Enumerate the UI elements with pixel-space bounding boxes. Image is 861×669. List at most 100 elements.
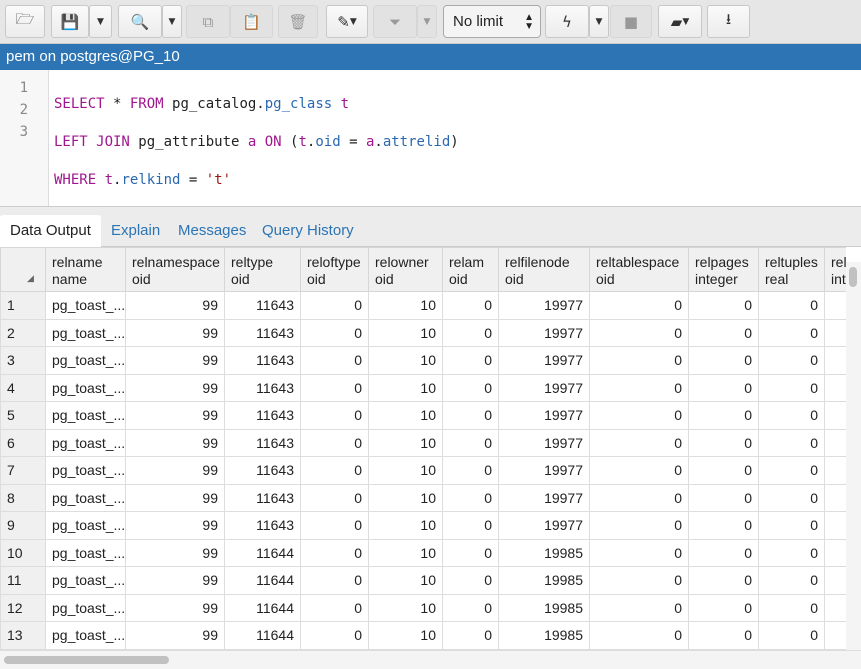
table-row[interactable]: 5 pg_toast_... 99 11643 0 10 0 19977 0 0 0 — [0, 401, 846, 430]
table-cell[interactable]: 0 — [688, 428, 759, 457]
table-cell[interactable]: 0 — [300, 621, 369, 650]
table-cell[interactable]: 99 — [125, 621, 225, 650]
table-cell[interactable] — [824, 511, 846, 540]
table-cell[interactable]: 10 — [368, 373, 443, 402]
tab-messages[interactable]: Messages — [168, 215, 256, 247]
table-cell[interactable] — [824, 428, 846, 457]
column-header-relnamespace[interactable]: relnamespace oid — [125, 247, 225, 292]
table-cell[interactable]: 99 — [125, 593, 225, 622]
table-cell[interactable]: 0 — [758, 401, 825, 430]
row-number[interactable]: 3 — [0, 346, 46, 375]
filter-dropdown-button[interactable]: ▼ — [417, 5, 437, 38]
table-cell[interactable]: 11644 — [224, 566, 301, 595]
tab-data-output[interactable]: Data Output — [0, 215, 101, 247]
scroll-thumb[interactable] — [4, 656, 169, 664]
table-cell[interactable]: 0 — [688, 373, 759, 402]
tab-query-history[interactable]: Query History — [252, 215, 364, 247]
table-cell[interactable]: 99 — [125, 483, 225, 512]
table-row[interactable]: 13 pg_toast_... 99 11644 0 10 0 19985 0 0 0 — [0, 621, 846, 650]
table-cell[interactable]: 0 — [758, 593, 825, 622]
table-cell[interactable]: 0 — [300, 318, 369, 347]
tab-explain[interactable]: Explain — [101, 215, 170, 247]
column-header-relname[interactable]: relname name — [45, 247, 126, 292]
table-cell[interactable]: 0 — [688, 346, 759, 375]
table-cell[interactable]: 0 — [300, 483, 369, 512]
table-cell[interactable]: 0 — [758, 566, 825, 595]
table-cell[interactable]: 0 — [442, 401, 499, 430]
table-cell[interactable]: 0 — [589, 373, 689, 402]
table-cell[interactable]: 10 — [368, 428, 443, 457]
table-cell[interactable]: 0 — [758, 511, 825, 540]
table-cell[interactable]: 10 — [368, 401, 443, 430]
table-cell[interactable]: 10 — [368, 456, 443, 485]
table-cell[interactable]: 19985 — [498, 538, 590, 567]
table-cell[interactable]: 0 — [442, 621, 499, 650]
execute-button[interactable]: ϟ — [545, 5, 589, 38]
table-cell[interactable]: 0 — [758, 318, 825, 347]
table-cell[interactable]: 10 — [368, 318, 443, 347]
table-cell[interactable]: pg_toast_... — [45, 621, 126, 650]
execute-dropdown-button[interactable]: ▼ — [589, 5, 609, 38]
table-cell[interactable]: 0 — [300, 401, 369, 430]
table-cell[interactable]: 99 — [125, 346, 225, 375]
table-cell[interactable]: 11644 — [224, 538, 301, 567]
table-cell[interactable]: 99 — [125, 373, 225, 402]
row-number[interactable]: 6 — [0, 428, 46, 457]
table-cell[interactable]: 19977 — [498, 401, 590, 430]
table-cell[interactable]: 99 — [125, 318, 225, 347]
table-cell[interactable] — [824, 318, 846, 347]
table-cell[interactable]: 0 — [300, 538, 369, 567]
sql-editor[interactable]: 1 2 3 SELECT * FROM pg_catalog.pg_class … — [0, 70, 861, 207]
row-number[interactable]: 8 — [0, 483, 46, 512]
table-cell[interactable]: pg_toast_... — [45, 593, 126, 622]
table-cell[interactable]: 0 — [688, 483, 759, 512]
table-cell[interactable]: 0 — [688, 511, 759, 540]
table-cell[interactable]: pg_toast_... — [45, 373, 126, 402]
table-cell[interactable]: 0 — [300, 373, 369, 402]
table-cell[interactable]: 11644 — [224, 593, 301, 622]
table-cell[interactable]: 0 — [688, 593, 759, 622]
row-limit-select[interactable]: No limit ▲ ▼ — [443, 5, 541, 38]
table-cell[interactable]: 19977 — [498, 346, 590, 375]
table-cell[interactable]: 19985 — [498, 566, 590, 595]
column-header-relam[interactable]: relam oid — [442, 247, 499, 292]
table-cell[interactable]: 0 — [300, 593, 369, 622]
table-row[interactable]: 6 pg_toast_... 99 11643 0 10 0 19977 0 0 0 — [0, 428, 846, 457]
row-number[interactable]: 9 — [0, 511, 46, 540]
table-cell[interactable]: 0 — [688, 621, 759, 650]
table-cell[interactable]: pg_toast_... — [45, 456, 126, 485]
table-cell[interactable]: 11643 — [224, 456, 301, 485]
row-number[interactable]: 12 — [0, 593, 46, 622]
table-cell[interactable]: 0 — [442, 373, 499, 402]
filter-button[interactable]: ⏷ — [373, 5, 417, 38]
table-cell[interactable]: 19977 — [498, 483, 590, 512]
table-cell[interactable]: 0 — [300, 456, 369, 485]
row-number[interactable]: 7 — [0, 456, 46, 485]
scroll-thumb[interactable] — [849, 267, 857, 287]
table-cell[interactable]: 0 — [688, 538, 759, 567]
table-cell[interactable]: 10 — [368, 483, 443, 512]
table-cell[interactable]: 0 — [442, 318, 499, 347]
table-cell[interactable]: 0 — [442, 291, 499, 320]
table-cell[interactable]: 0 — [758, 538, 825, 567]
column-header-reltablespace[interactable]: reltablespace oid — [589, 247, 689, 292]
column-header-relowner[interactable]: relowner oid — [368, 247, 443, 292]
stop-button[interactable]: ■ — [610, 5, 652, 38]
table-cell[interactable] — [824, 593, 846, 622]
table-cell[interactable]: 19977 — [498, 291, 590, 320]
table-cell[interactable]: 11643 — [224, 318, 301, 347]
table-cell[interactable]: 19977 — [498, 428, 590, 457]
table-row[interactable]: 3 pg_toast_... 99 11643 0 10 0 19977 0 0 0 — [0, 346, 846, 375]
table-cell[interactable]: 0 — [589, 428, 689, 457]
table-cell[interactable]: pg_toast_... — [45, 511, 126, 540]
table-cell[interactable]: 0 — [442, 566, 499, 595]
table-cell[interactable]: 0 — [442, 483, 499, 512]
table-cell[interactable]: 0 — [589, 483, 689, 512]
row-number[interactable]: 4 — [0, 373, 46, 402]
table-cell[interactable]: 0 — [589, 346, 689, 375]
table-cell[interactable]: 19985 — [498, 593, 590, 622]
select-all-corner[interactable]: ◢ — [0, 247, 46, 292]
table-cell[interactable]: 0 — [442, 456, 499, 485]
table-cell[interactable]: 0 — [300, 566, 369, 595]
row-number[interactable]: 13 — [0, 621, 46, 650]
